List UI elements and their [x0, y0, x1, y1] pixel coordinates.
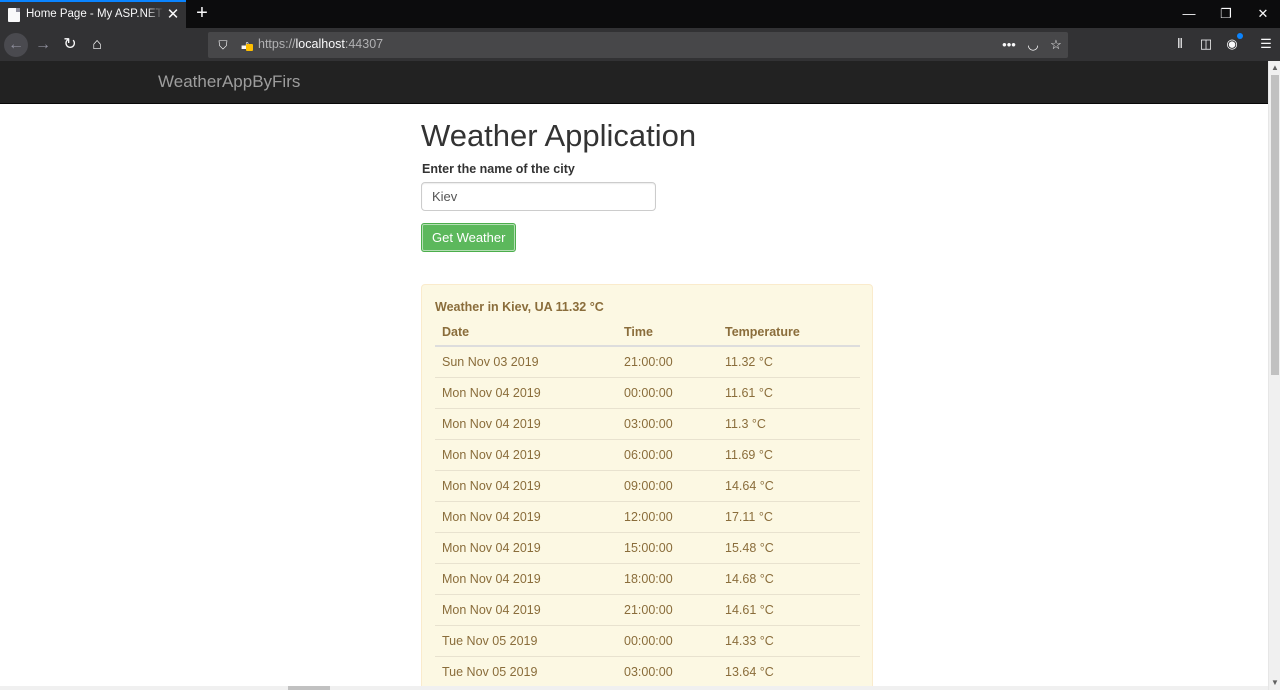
close-tab-icon[interactable]: ✕	[164, 6, 182, 24]
page-title: Weather Application	[421, 118, 697, 153]
cell-temperature: 11.69 °C	[718, 438, 860, 470]
cell-time: 15:00:00	[617, 531, 718, 563]
city-input[interactable]	[421, 182, 656, 211]
url-host: localhost	[295, 37, 345, 51]
browser-tab[interactable]: Home Page - My ASP.NET Application ✕	[0, 0, 186, 28]
cell-date: Tue Nov 05 2019	[435, 624, 617, 656]
city-label: Enter the name of the city	[422, 162, 575, 176]
cell-date: Mon Nov 04 2019	[435, 500, 617, 532]
scroll-thumb[interactable]	[1271, 75, 1279, 375]
cell-time: 09:00:00	[617, 469, 718, 501]
bookmark-star-icon[interactable]: ☆	[1047, 36, 1065, 54]
cell-temperature: 14.33 °C	[718, 624, 860, 656]
cell-date: Mon Nov 04 2019	[435, 407, 617, 439]
table-row: Sun Nov 03 2019 21:00:00 11.32 °C	[435, 346, 860, 377]
forward-arrow-icon[interactable]: →	[31, 33, 55, 57]
cell-date: Mon Nov 04 2019	[435, 438, 617, 470]
cell-time: 12:00:00	[617, 500, 718, 532]
library-icon[interactable]: ⫴	[1170, 34, 1190, 54]
tracking-shield-icon[interactable]: ⛉	[216, 37, 230, 53]
table-header-row: Date Time Temperature	[435, 319, 860, 347]
forecast-table: Date Time Temperature Sun Nov 03 2019 21:…	[435, 319, 860, 687]
get-weather-button[interactable]: Get Weather	[421, 223, 517, 252]
browser-tab-bar: Home Page - My ASP.NET Application ✕ + —…	[0, 0, 1280, 28]
table-row: Mon Nov 04 2019 09:00:00 14.64 °C	[435, 469, 860, 501]
site-navbar: WeatherAppByFirs	[0, 61, 1268, 104]
table-row: Mon Nov 04 2019 03:00:00 11.3 °C	[435, 407, 860, 439]
table-row: Mon Nov 04 2019 00:00:00 11.61 °C	[435, 376, 860, 408]
weather-heading: Weather in Kiev, UA 11.32 °C	[435, 300, 604, 314]
table-row: Mon Nov 04 2019 15:00:00 15.48 °C	[435, 531, 860, 563]
cell-temperature: 11.61 °C	[718, 376, 860, 408]
pocket-icon[interactable]: ◡	[1024, 36, 1042, 54]
weather-panel: Weather in Kiev, UA 11.32 °C Date Time T…	[421, 284, 873, 690]
url-port: :44307	[344, 37, 384, 51]
tab-title: Home Page - My ASP.NET Application	[26, 8, 164, 20]
cell-date: Mon Nov 04 2019	[435, 531, 617, 563]
cell-time: 00:00:00	[617, 376, 718, 408]
reload-icon[interactable]: ↻	[58, 33, 82, 57]
account-icon[interactable]: ◉	[1222, 33, 1243, 54]
cell-date: Mon Nov 04 2019	[435, 469, 617, 501]
vertical-scrollbar[interactable]: ▲ ▼	[1268, 61, 1280, 690]
cell-temperature: 14.61 °C	[718, 593, 860, 625]
scroll-down-icon[interactable]: ▼	[1269, 676, 1280, 690]
minimize-icon[interactable]: —	[1174, 4, 1204, 24]
table-row: Mon Nov 04 2019 21:00:00 14.61 °C	[435, 593, 860, 625]
cell-temperature: 11.32 °C	[725, 354, 773, 369]
cell-time: 06:00:00	[617, 438, 718, 470]
cell-time: 03:00:00	[617, 407, 718, 439]
cell-temperature: 15.48 °C	[718, 531, 860, 563]
table-body: Sun Nov 03 2019 21:00:00 11.32 °C Mon Nov 0…	[435, 346, 860, 687]
cell-temperature: 14.64 °C	[718, 469, 860, 501]
window-close-icon[interactable]: ✕	[1248, 4, 1278, 24]
warning-icon	[246, 44, 253, 51]
cell-date: Mon Nov 04 2019	[435, 376, 617, 408]
cell-date: Tue Nov 05 2019	[435, 655, 617, 687]
horizontal-scroll-thumb[interactable]	[288, 686, 330, 690]
cell-time: 21:00:00	[617, 593, 718, 625]
page-actions-icon[interactable]: •••	[1000, 36, 1018, 54]
table-row: Mon Nov 04 2019 12:00:00 17.11 °C	[435, 500, 860, 532]
cell-time: 18:00:00	[617, 562, 718, 594]
sidebar-icon[interactable]: ◫	[1196, 34, 1216, 54]
notification-dot	[1237, 33, 1243, 39]
column-header-temperature: Temperature	[718, 319, 860, 347]
browser-toolbar: ← → ↻ ⌂ ⛉ 🔓︎ https://localhost:44307 •••…	[0, 28, 1280, 61]
table-row: Mon Nov 04 2019 06:00:00 11.69 °C	[435, 438, 860, 470]
cell-temperature: 14.68 °C	[718, 562, 860, 594]
restore-icon[interactable]: ❐	[1211, 4, 1241, 24]
cell-date: Mon Nov 04 2019	[435, 562, 617, 594]
horizontal-scrollbar[interactable]	[0, 686, 1268, 690]
table-row: Tue Nov 05 2019 03:00:00 13.64 °C	[435, 655, 860, 687]
cell-date: Mon Nov 04 2019	[435, 593, 617, 625]
cell-temperature: 11.3 °C	[718, 407, 860, 439]
cell-time: 00:00:00	[617, 624, 718, 656]
url-text[interactable]: https://localhost:44307	[258, 37, 383, 51]
cell-time: 03:00:00	[617, 655, 718, 687]
new-tab-icon[interactable]: +	[192, 3, 212, 23]
cell-temperature: 17.11 °C	[718, 500, 860, 532]
cell-temperature: 13.64 °C	[718, 655, 860, 687]
column-header-date: Date	[435, 319, 617, 347]
scroll-up-icon[interactable]: ▲	[1269, 61, 1280, 75]
table-row: Tue Nov 05 2019 00:00:00 14.33 °C	[435, 624, 860, 656]
cell-time: 21:00:00	[624, 354, 673, 369]
menu-icon[interactable]: ☰	[1256, 34, 1276, 54]
back-arrow-icon[interactable]: ←	[4, 33, 28, 57]
page-favicon-icon	[8, 8, 20, 22]
page-viewport: WeatherAppByFirs Weather Application Ent…	[0, 61, 1268, 690]
column-header-time: Time	[617, 319, 718, 347]
url-scheme: https://	[258, 37, 296, 51]
brand-link[interactable]: WeatherAppByFirs	[158, 72, 300, 92]
url-bar[interactable]: ⛉ 🔓︎ https://localhost:44307 ••• ◡ ☆	[208, 32, 1068, 58]
cell-date: Sun Nov 03 2019	[442, 354, 539, 369]
home-icon[interactable]: ⌂	[85, 33, 109, 57]
table-row: Mon Nov 04 2019 18:00:00 14.68 °C	[435, 562, 860, 594]
